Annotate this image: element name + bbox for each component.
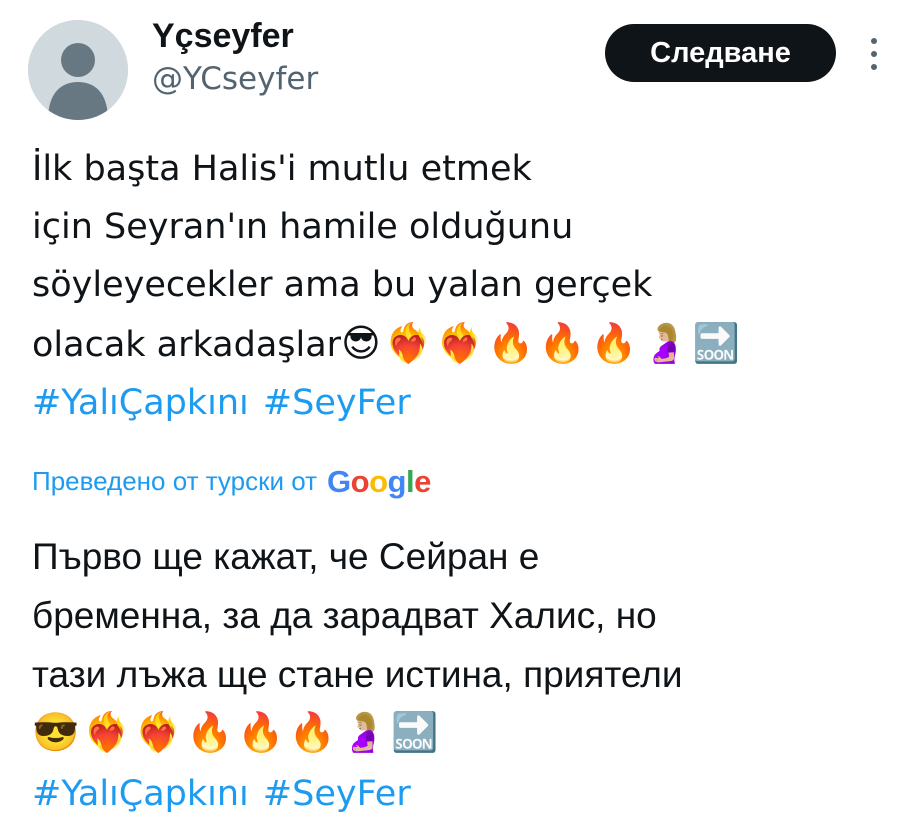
author-avatar[interactable] (28, 20, 128, 120)
more-vertical-icon[interactable] (862, 34, 886, 74)
translated-text-line: тази лъжа ще стане истина, приятели (32, 654, 683, 695)
google-logo: Google (327, 463, 431, 499)
tweet-text-segment: olacak arkadaşlar (32, 325, 342, 365)
emoji-sequence: 😎❤️‍🔥❤️‍🔥🔥🔥🔥🤰🏼🔜 (32, 712, 443, 754)
author-display-name[interactable]: Yçseyfer (152, 14, 318, 58)
tweet-text-line: söyleyecekler ama bu yalan gerçek (32, 265, 653, 305)
hashtag-link[interactable]: #YalıÇapkını (32, 383, 249, 423)
tweet-text-line-with-emojis: olacak arkadaşlar😎❤️‍🔥❤️‍🔥🔥🔥🔥🤰🏼🔜 (32, 314, 882, 374)
tweet-text: İlk başta Halis'i mutlu etmek için Seyra… (32, 140, 882, 432)
hashtag-link[interactable]: #SeyFer (263, 774, 411, 814)
tweet-text-line: İlk başta Halis'i mutlu etmek (32, 149, 532, 189)
tweet-header: Yçseyfer @YCseyfer Следване (0, 0, 907, 130)
author-names[interactable]: Yçseyfer @YCseyfer (152, 14, 318, 100)
author-handle[interactable]: @YCseyfer (152, 58, 318, 100)
hashtag-link[interactable]: #SeyFer (263, 383, 411, 423)
tweet-text-line: için Seyran'ın hamile olduğunu (32, 207, 574, 247)
translated-text-line: Първо ще кажат, че Сейран е (32, 536, 540, 577)
default-profile-avatar-icon (28, 20, 128, 120)
hashtags-line: #YalıÇapkını #SeyFer (32, 374, 882, 432)
translation-label: Преведено от турски от (32, 465, 317, 496)
translated-text-line: бременна, за да зарадват Халис, но (32, 595, 657, 636)
follow-button[interactable]: Следване (605, 24, 836, 82)
emoji-sequence: 😎❤️‍🔥❤️‍🔥🔥🔥🔥🤰🏼🔜 (341, 321, 744, 365)
hashtags-line: #YalıÇapkını #SeyFer (32, 763, 882, 824)
hashtag-link[interactable]: #YalıÇapkını (32, 774, 249, 814)
translated-text: Първо ще кажат, че Сейран е бременна, за… (32, 527, 882, 824)
translation-attribution[interactable]: Преведено от турски от Google (32, 459, 431, 503)
